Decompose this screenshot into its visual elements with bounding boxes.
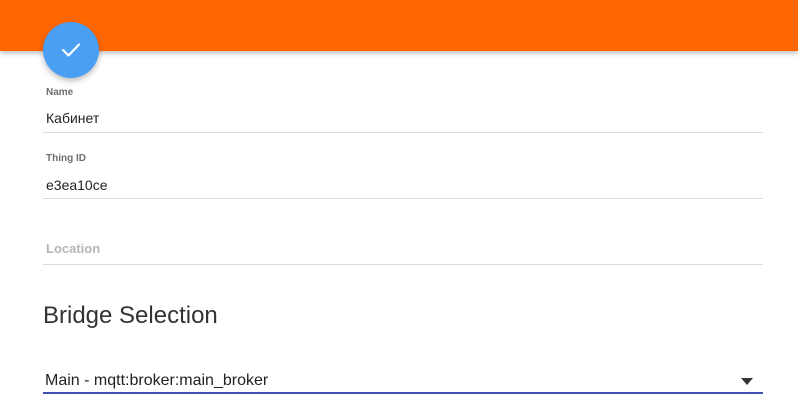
thing-id-field[interactable]: e3ea10ce	[46, 177, 746, 193]
location-input[interactable]	[46, 240, 746, 256]
bridge-selection-title: Bridge Selection	[43, 302, 218, 329]
location-underline	[43, 264, 763, 265]
thing-id-field-group: Thing ID e3ea10ce	[43, 152, 763, 200]
bridge-select[interactable]: Main - mqtt:broker:main_broker	[43, 366, 763, 394]
name-field-group: Name Кабинет	[43, 86, 763, 134]
dropdown-arrow-icon	[741, 378, 753, 385]
app-header	[0, 0, 798, 51]
name-field[interactable]: Кабинет	[46, 110, 746, 126]
thing-id-label: Thing ID	[46, 153, 86, 164]
name-label: Name	[46, 87, 74, 98]
name-underline	[43, 132, 763, 133]
check-icon	[61, 43, 81, 57]
bridge-select-value: Main - mqtt:broker:main_broker	[45, 372, 269, 389]
thing-id-underline	[43, 198, 763, 199]
save-button[interactable]	[43, 22, 99, 78]
location-field-group	[43, 230, 763, 266]
